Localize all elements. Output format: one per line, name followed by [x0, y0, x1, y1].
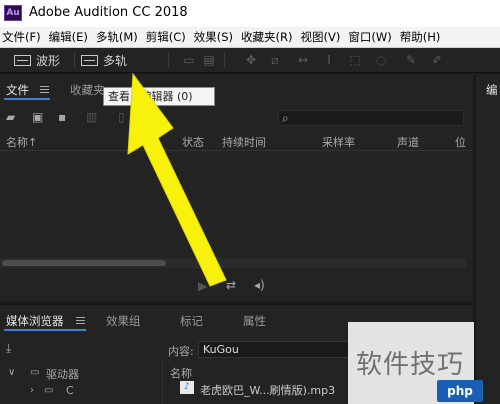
arrow-shape: [127, 72, 227, 287]
annotation-arrow: [127, 72, 227, 287]
